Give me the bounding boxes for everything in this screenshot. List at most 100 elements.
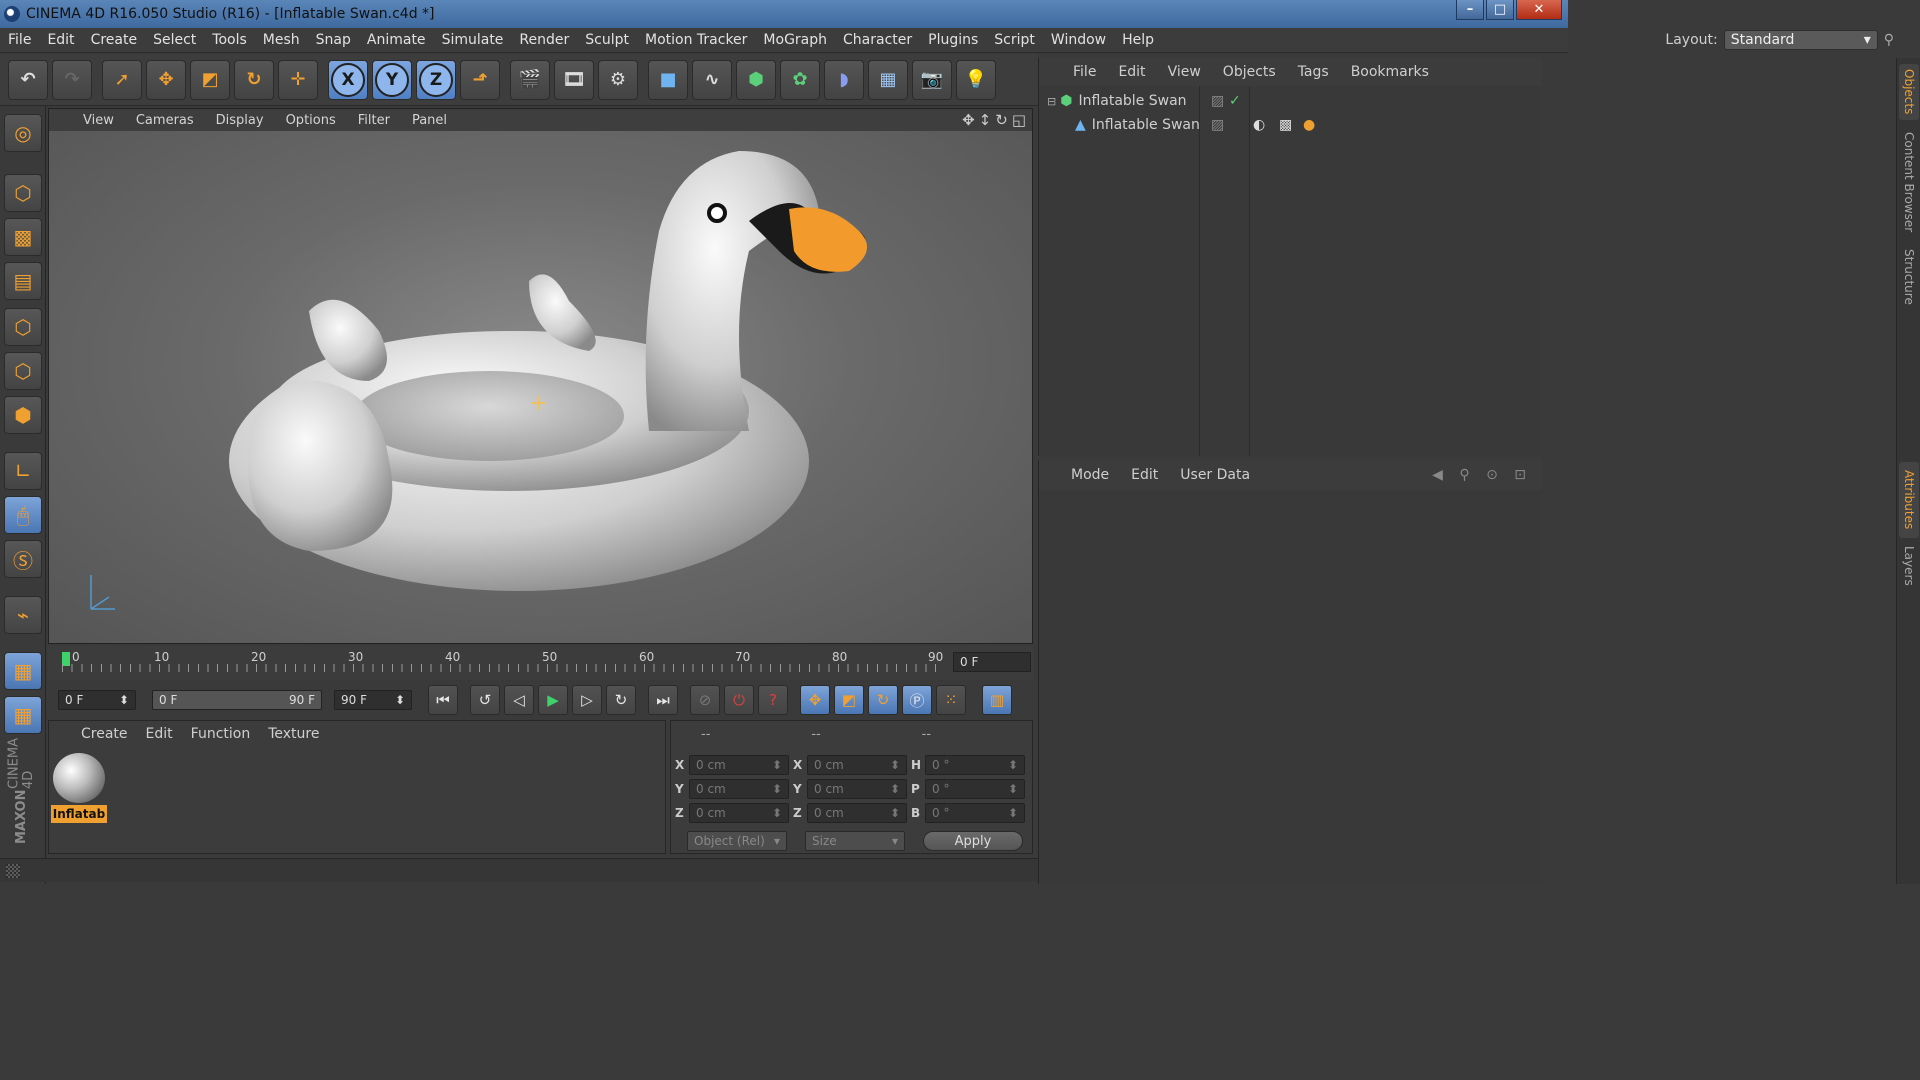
tweak-mode-button[interactable]: 🖱 xyxy=(4,496,42,534)
viewport-menu-panel[interactable]: Panel xyxy=(412,113,447,128)
menu-character[interactable]: Character xyxy=(835,32,920,48)
model-mode-button[interactable]: ⬡ xyxy=(4,174,42,212)
tab-objects[interactable]: Objects xyxy=(1899,64,1919,120)
selection-tool-button[interactable]: ➚ xyxy=(102,59,142,100)
record-point-level-button[interactable]: ⁙ xyxy=(936,685,966,715)
material-tag-icon[interactable]: ● xyxy=(1303,117,1315,133)
record-parameter-button[interactable]: Ⓟ xyxy=(902,685,932,715)
menu-select[interactable]: Select xyxy=(145,32,204,48)
expand-icon[interactable]: ⊟ xyxy=(1047,95,1056,108)
x-axis-lock-button[interactable]: X xyxy=(328,59,368,100)
axis-mode-button[interactable]: ∟ xyxy=(4,452,42,490)
undo-button[interactable]: ↶ xyxy=(8,59,48,100)
objects-menu-view[interactable]: View xyxy=(1168,64,1201,80)
menu-window[interactable]: Window xyxy=(1043,32,1114,48)
orbit-icon[interactable]: ↻ xyxy=(995,111,1008,129)
pos-x-field[interactable]: 0 cm ⬍ xyxy=(689,755,789,775)
viewport-canvas[interactable] xyxy=(49,131,1032,643)
record-active-objects-button[interactable]: ⊘ xyxy=(690,685,720,715)
objects-menu-bookmarks[interactable]: Bookmarks xyxy=(1351,64,1429,80)
workplane-rotate-button[interactable]: ▦ xyxy=(4,696,42,734)
go-to-end-button[interactable]: ⏭ xyxy=(648,685,678,715)
size-x-field[interactable]: 0 cm ⬍ xyxy=(807,755,907,775)
viewport-menu-view[interactable]: View xyxy=(83,113,114,128)
autokeying-button[interactable]: ⏻ xyxy=(724,685,754,715)
spline-pen-button[interactable]: ∿ xyxy=(692,59,732,100)
menu-edit[interactable]: Edit xyxy=(39,32,82,48)
menu-mograph[interactable]: MoGraph xyxy=(755,32,835,48)
texture-mode-button[interactable]: ▩ xyxy=(4,218,42,256)
objects-menu-file[interactable]: File xyxy=(1073,64,1096,80)
max-time-field[interactable]: 90 F ⬍ xyxy=(334,690,412,710)
close-button[interactable]: ✕ xyxy=(1516,0,1562,20)
apply-button[interactable]: Apply xyxy=(923,831,1023,851)
size-mode-dropdown[interactable]: Size ▾ xyxy=(805,831,905,851)
play-button[interactable]: ▶ xyxy=(538,685,568,715)
render-settings-button[interactable]: ⚙ xyxy=(598,59,638,100)
layout-dropdown[interactable]: Standard ▾ xyxy=(1723,30,1878,50)
menu-snap[interactable]: Snap xyxy=(308,32,359,48)
render-view-button[interactable]: 🎬 xyxy=(510,59,550,100)
dolly-icon[interactable]: ↕ xyxy=(979,111,992,129)
rot-h-field[interactable]: 0 ° ⬍ xyxy=(925,755,1025,775)
subdivision-surface-button[interactable]: ⬢ xyxy=(736,59,776,100)
light-button[interactable]: 💡 xyxy=(956,59,996,100)
rot-b-field[interactable]: 0 ° ⬍ xyxy=(925,803,1025,823)
menu-simulate[interactable]: Simulate xyxy=(434,32,512,48)
perspective-viewport[interactable]: View Cameras Display Options Filter Pane… xyxy=(48,108,1033,644)
tab-structure[interactable]: Structure xyxy=(1899,244,1919,310)
camera-button[interactable]: 📷 xyxy=(912,59,952,100)
render-picture-viewer-button[interactable]: 🎞 xyxy=(554,59,594,100)
object-row-mesh[interactable]: ▲ Inflatable Swan ▨ ◐ ▩ ● xyxy=(1039,114,1543,136)
material-name[interactable]: Inflatab xyxy=(51,805,107,823)
objects-menu-objects[interactable]: Objects xyxy=(1223,64,1276,80)
menu-create[interactable]: Create xyxy=(83,32,146,48)
tab-layers[interactable]: Layers xyxy=(1899,542,1919,590)
visibility-icon[interactable]: ▨ xyxy=(1211,117,1224,133)
minimize-button[interactable]: – xyxy=(1456,0,1484,20)
menu-file[interactable]: File xyxy=(0,32,39,48)
rot-p-field[interactable]: 0 ° ⬍ xyxy=(925,779,1025,799)
deformer-button[interactable]: ◗ xyxy=(824,59,864,100)
menu-tools[interactable]: Tools xyxy=(204,32,255,48)
material-menu-create[interactable]: Create xyxy=(81,726,128,742)
current-frame-field[interactable]: 0 F xyxy=(953,652,1031,672)
coordinate-mode-dropdown[interactable]: Object (Rel) ▾ xyxy=(687,831,787,851)
menu-sculpt[interactable]: Sculpt xyxy=(577,32,637,48)
edges-mode-button[interactable]: ⬡ xyxy=(4,352,42,390)
viewport-menu-display[interactable]: Display xyxy=(216,113,264,128)
size-z-field[interactable]: 0 cm ⬍ xyxy=(807,803,907,823)
menu-help[interactable]: Help xyxy=(1114,32,1162,48)
material-preview-thumbnail[interactable] xyxy=(53,753,105,803)
object-row-null[interactable]: ⊟ ⬢ Inflatable Swan ▨ ✓ xyxy=(1039,90,1543,112)
record-rotation-button[interactable]: ↻ xyxy=(868,685,898,715)
redo-button[interactable]: ↷ xyxy=(52,59,92,100)
coordinate-system-button[interactable]: ⬏ xyxy=(460,59,500,100)
material-menu-texture[interactable]: Texture xyxy=(268,726,319,742)
object-name[interactable]: Inflatable Swan xyxy=(1092,117,1200,133)
preview-range-slider[interactable]: 0 F 90 F xyxy=(152,690,322,710)
enabled-check-icon[interactable]: ✓ xyxy=(1229,93,1241,109)
next-key-button[interactable]: ↻ xyxy=(606,685,636,715)
attribute-toolbar-icons[interactable]: ◀ ⚲ ⊙ ⊡ xyxy=(1432,467,1532,483)
viewport-menu-cameras[interactable]: Cameras xyxy=(136,113,194,128)
search-icon[interactable]: ⚲ xyxy=(1884,32,1894,48)
points-mode-button[interactable]: ⬡ xyxy=(4,308,42,346)
tab-attributes[interactable]: Attributes xyxy=(1899,462,1919,538)
material-menu-edit[interactable]: Edit xyxy=(146,726,173,742)
polygons-mode-button[interactable]: ⬢ xyxy=(4,396,42,434)
transform-tool-button[interactable]: ✛ xyxy=(278,59,318,100)
visibility-icon[interactable]: ▨ xyxy=(1211,93,1224,109)
rotate-tool-button[interactable]: ↻ xyxy=(234,59,274,100)
pan-icon[interactable]: ✥ xyxy=(962,111,975,129)
next-frame-button[interactable]: ▷ xyxy=(572,685,602,715)
go-to-start-button[interactable]: ⏮ xyxy=(428,685,458,715)
menu-mesh[interactable]: Mesh xyxy=(255,32,308,48)
menu-animate[interactable]: Animate xyxy=(359,32,434,48)
menu-plugins[interactable]: Plugins xyxy=(920,32,986,48)
min-time-field[interactable]: 0 F ⬍ xyxy=(58,690,136,710)
viewport-menu-filter[interactable]: Filter xyxy=(358,113,390,128)
attribute-menu-user-data[interactable]: User Data xyxy=(1180,467,1250,483)
attribute-menu-edit[interactable]: Edit xyxy=(1131,467,1158,483)
pos-y-field[interactable]: 0 cm ⬍ xyxy=(689,779,789,799)
